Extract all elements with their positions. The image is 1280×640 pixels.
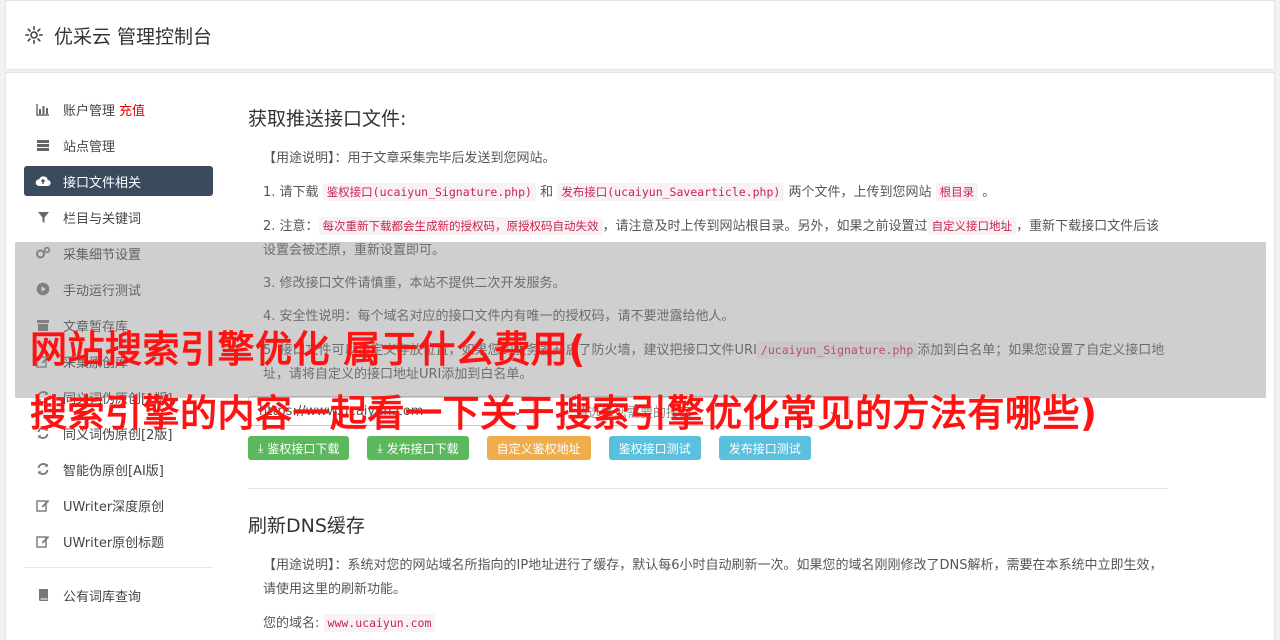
signature-file-code: 鉴权接口(ucaiyun_Signature.php) [322,183,536,201]
sidebar-divider [24,567,213,568]
bar-chart-icon [35,101,51,117]
usage-text: ：系统对您的网站域名所指向的IP地址进行了缓存，默认每6小时自动刷新一次。如果您… [263,558,1163,597]
top-header: 优采云 管理控制台 [5,0,1275,70]
sidebar-item-label: 账户管理 [63,103,116,119]
step-1: 1. 请下载 鉴权接口(ucaiyun_Signature.php) 和 发布接… [263,180,1168,205]
step-text: 1. 请下载 [263,185,319,200]
step-text: 两个文件，上传到您网站 [788,185,932,200]
dns-domain-row: 您的域名: www.ucaiyun.com [263,611,1168,636]
overlay-caption: 网站搜索引擎优化 属于什么费用( 搜索引擎的内容一起看一下关于搜索引擎优化常见的… [30,318,1270,446]
gear-icon[interactable] [24,25,44,45]
section-title-dns: 刷新DNS缓存 [248,515,365,537]
server-icon [35,137,51,153]
filter-icon [35,209,51,225]
book-icon [35,587,51,603]
sidebar-item-label: 接口文件相关 [63,175,142,191]
section-divider [248,488,1168,489]
sidebar-item-label: 栏目与关键词 [63,211,142,227]
sidebar-item-uwriter-title[interactable]: UWriter原创标题 [24,526,213,556]
step-text: 和 [540,185,554,200]
section-title-interface: 获取推送接口文件: [248,108,407,130]
savearticle-file-code: 发布接口(ucaiyun_Savearticle.php) [557,183,785,201]
dns-usage-description: 【用途说明】：系统对您的网站域名所指向的IP地址进行了缓存，默认每6小时自动刷新… [263,554,1168,602]
domain-value: www.ucaiyun.com [323,614,436,632]
sidebar-item-label: UWriter深度原创 [63,499,165,515]
usage-description: 【用途说明】：用于文章采集完毕后发送到您网站。 [263,147,1168,171]
sidebar-item-public-lexicon[interactable]: 公有词库查询 [24,580,213,610]
step-text: 2. 注意： [263,219,319,234]
overlay-line-2: 搜索引擎的内容一起看一下关于搜索引擎优化常见的方法有哪些) [30,392,1098,435]
usage-label: 【用途说明】 [263,151,335,166]
sidebar-item-uwriter-deep[interactable]: UWriter深度原创 [24,490,213,520]
sidebar-item-label: 智能伪原创[AI版] [63,463,164,479]
overlay-line-1: 网站搜索引擎优化 属于什么费用( [30,328,586,371]
regenerate-warning-code: 每次重新下载都会生成新的授权码，原授权码自动失效 [318,217,603,235]
sidebar-item-sites[interactable]: 站点管理 [24,130,213,160]
sidebar-item-columns-keywords[interactable]: 栏目与关键词 [24,202,213,232]
sidebar-item-label: UWriter原创标题 [63,535,165,551]
sidebar-item-label: 公有词库查询 [63,589,142,605]
root-dir-code: 根目录 [935,183,979,201]
step-text: 。 [982,185,996,200]
edit-icon [35,497,51,513]
sidebar-item-account[interactable]: 账户管理 充值 [24,94,213,124]
edit-icon [35,533,51,549]
recharge-link[interactable]: 充值 [119,100,145,119]
custom-endpoint-code: 自定义接口地址 [927,217,1017,235]
step-text: ，请注意及时上传到网站根目录。另外，如果之前设置过 [602,219,928,234]
sidebar-item-label: 站点管理 [63,139,116,155]
sidebar-item-smart-ai[interactable]: 智能伪原创[AI版] [24,454,213,484]
domain-label: 您的域名: [263,616,320,631]
console-title: 优采云 管理控制台 [54,25,213,48]
usage-text: ：用于文章采集完毕后发送到您网站。 [334,151,556,166]
usage-label: 【用途说明】 [263,558,335,573]
sidebar-item-interface-files[interactable]: 接口文件相关 [24,166,213,196]
cloud-upload-icon [35,173,51,189]
refresh-icon [35,461,51,477]
